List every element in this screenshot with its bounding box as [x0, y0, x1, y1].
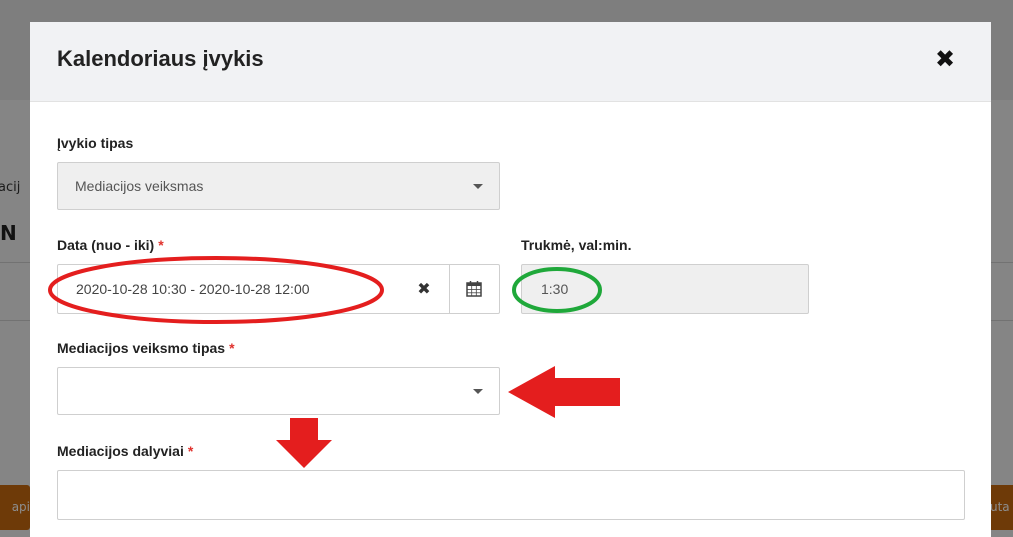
- close-icon[interactable]: ✖: [930, 44, 960, 74]
- action-type-select[interactable]: [57, 367, 500, 415]
- chevron-down-icon: [473, 389, 483, 394]
- required-mark: *: [158, 237, 164, 253]
- participants-input[interactable]: [57, 470, 965, 520]
- clear-icon[interactable]: ✖: [413, 278, 435, 300]
- event-type-label-text: Įvykio tipas: [57, 135, 134, 151]
- modal-header: Kalendoriaus įvykis ✖: [30, 22, 991, 102]
- action-type-label: Mediacijos veiksmo tipas *: [57, 340, 235, 356]
- action-type-label-text: Mediacijos veiksmo tipas: [57, 340, 226, 356]
- input-divider: [449, 265, 450, 313]
- date-range-label-text: Data (nuo - iki): [57, 237, 155, 253]
- event-type-select[interactable]: Mediacijos veiksmas: [57, 162, 500, 210]
- duration-input: 1:30: [521, 264, 809, 314]
- calendar-icon[interactable]: [463, 278, 485, 300]
- participants-label: Mediacijos dalyviai *: [57, 443, 193, 459]
- required-mark: *: [187, 443, 194, 459]
- date-range-input[interactable]: 2020-10-28 10:30 - 2020-10-28 12:00 ✖: [57, 264, 500, 314]
- date-range-value: 2020-10-28 10:30 - 2020-10-28 12:00: [76, 281, 310, 297]
- duration-label-text: Trukmė, val:min.: [521, 237, 632, 253]
- modal-title: Kalendoriaus įvykis: [57, 46, 264, 71]
- event-type-label: Įvykio tipas: [57, 135, 133, 151]
- date-range-label: Data (nuo - iki) *: [57, 237, 164, 253]
- required-mark: *: [229, 340, 235, 356]
- calendar-event-modal: Kalendoriaus įvykis ✖ Įvykio tipas Media…: [30, 22, 991, 537]
- event-type-value: Mediacijos veiksmas: [75, 178, 204, 194]
- chevron-down-icon: [473, 184, 483, 189]
- duration-label: Trukmė, val:min.: [521, 237, 631, 253]
- duration-value: 1:30: [541, 281, 569, 297]
- participants-label-text: Mediacijos dalyviai: [57, 443, 184, 459]
